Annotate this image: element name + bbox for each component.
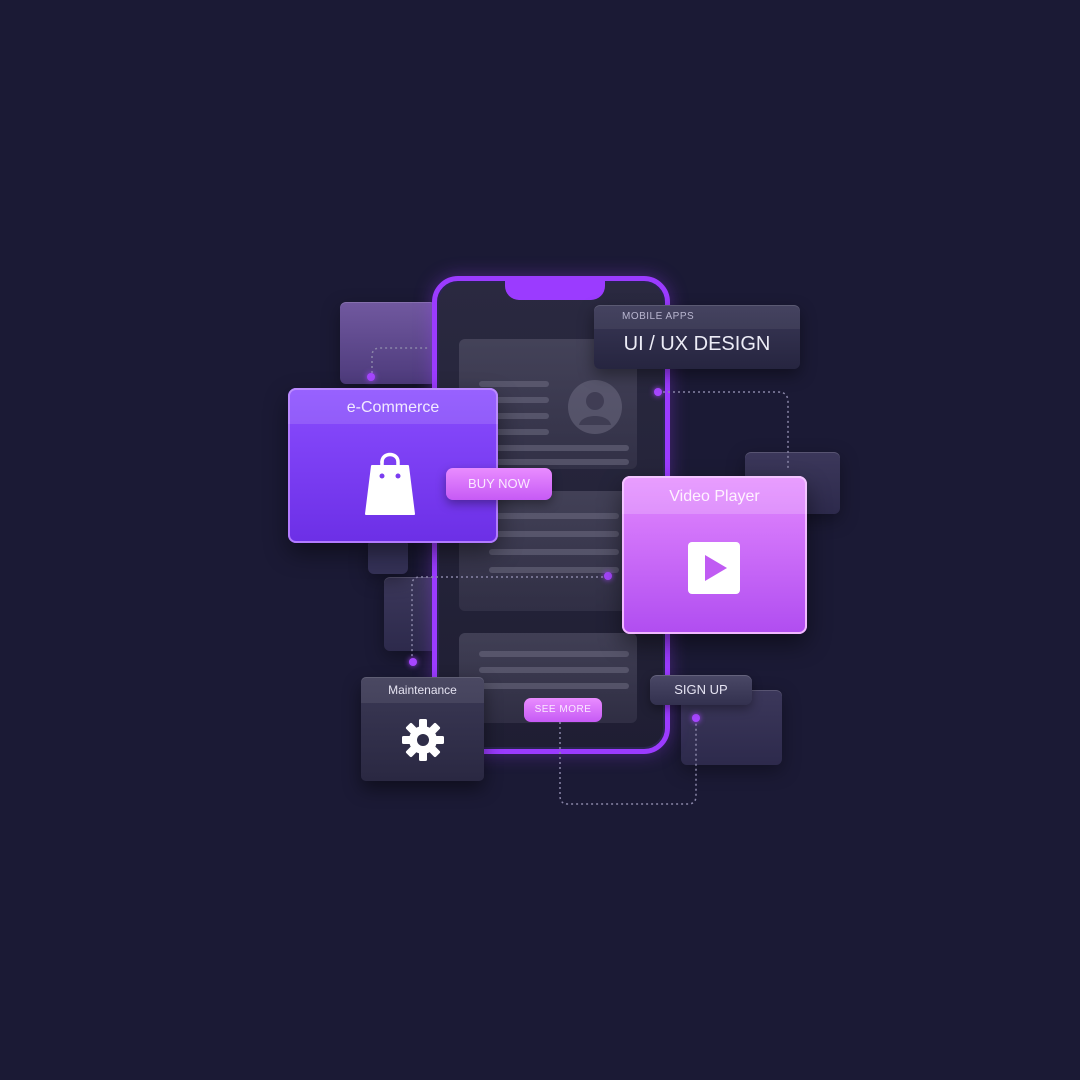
connector-dot — [604, 572, 612, 580]
ui-ux-design-title: UI / UX DESIGN — [623, 333, 771, 355]
video-player-title: Video Player — [622, 476, 807, 514]
sign-up-button[interactable]: SIGN UP — [650, 675, 752, 705]
play-icon — [705, 555, 727, 581]
play-button[interactable] — [688, 542, 740, 594]
connector-dot — [409, 658, 417, 666]
maintenance-title: Maintenance — [361, 677, 484, 703]
video-player-card[interactable]: Video Player — [622, 476, 807, 634]
see-more-button[interactable]: SEE MORE — [524, 698, 602, 722]
ecommerce-card[interactable]: e-Commerce — [288, 388, 498, 543]
connector-dot — [367, 373, 375, 381]
shopping-bag-icon — [365, 452, 415, 515]
maintenance-card[interactable]: Maintenance — [361, 677, 484, 781]
illustration: MOBILE APPS UI / UX DESIGN e-Commerce BU… — [0, 0, 1080, 1080]
connector-dot — [654, 388, 662, 396]
connector-dot — [692, 714, 700, 722]
mobile-apps-label: MOBILE APPS — [594, 305, 800, 329]
ecommerce-title: e-Commerce — [288, 388, 498, 424]
buy-now-button[interactable]: BUY NOW — [446, 468, 552, 500]
ui-ux-design-label: MOBILE APPS UI / UX DESIGN — [594, 305, 800, 369]
gear-icon — [402, 719, 444, 761]
dotted-connectors — [371, 347, 789, 805]
